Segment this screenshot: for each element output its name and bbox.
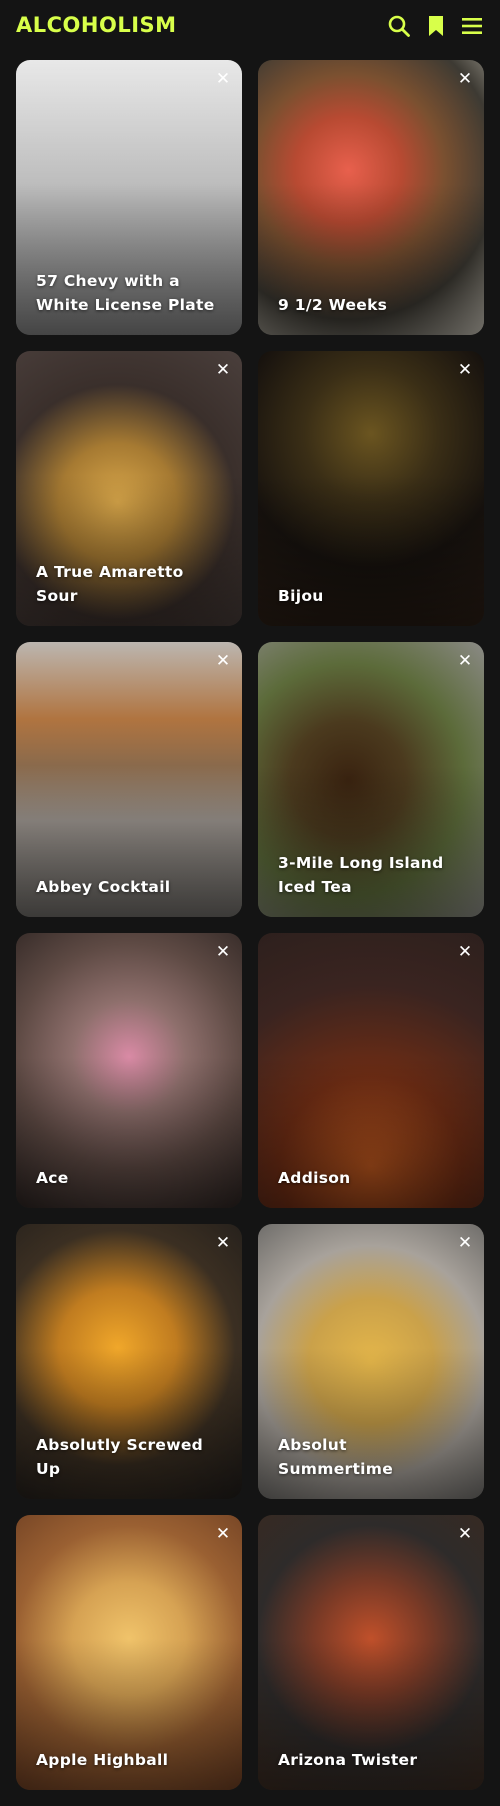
close-icon[interactable]: ✕ [456, 1234, 474, 1252]
close-icon[interactable]: ✕ [456, 652, 474, 670]
cocktail-title: 57 Chevy with a White License Plate [36, 272, 215, 314]
cocktail-title: Absolutly Screwed Up [36, 1436, 204, 1478]
cocktail-card[interactable]: ✕ Abbey Cocktail [16, 642, 242, 917]
bookmark-icon[interactable] [424, 14, 448, 38]
cocktail-card[interactable]: ✕ Addison [258, 933, 484, 1208]
cocktail-card[interactable]: ✕ 57 Chevy with a White License Plate [16, 60, 242, 335]
cocktail-title: 3-Mile Long Island Iced Tea [278, 854, 444, 896]
close-icon[interactable]: ✕ [456, 943, 474, 961]
cocktail-card[interactable]: ✕ 3-Mile Long Island Iced Tea [258, 642, 484, 917]
cocktail-card[interactable]: ✕ 9 1/2 Weeks [258, 60, 484, 335]
close-icon[interactable]: ✕ [214, 1234, 232, 1252]
site-logo[interactable]: ALCOHOLISM [16, 13, 177, 37]
close-icon[interactable]: ✕ [456, 70, 474, 88]
top-bar: ALCOHOLISM [0, 0, 500, 54]
cocktail-title: Arizona Twister [278, 1751, 418, 1769]
cocktail-card[interactable]: ✕ Bijou [258, 351, 484, 626]
cocktail-title: Apple Highball [36, 1751, 169, 1769]
cocktail-card[interactable]: ✕ Apple Highball [16, 1515, 242, 1790]
close-icon[interactable]: ✕ [214, 652, 232, 670]
cocktail-title: Bijou [278, 587, 324, 605]
cocktail-card[interactable]: ✕ Absolut Summertime [258, 1224, 484, 1499]
cocktail-title: Ace [36, 1169, 69, 1187]
cocktail-grid: ✕ 57 Chevy with a White License Plate ✕ 9 1… [16, 60, 484, 1790]
search-icon[interactable] [387, 14, 411, 38]
close-icon[interactable]: ✕ [214, 70, 232, 88]
cocktail-title: Addison [278, 1169, 351, 1187]
cocktail-card[interactable]: ✕ A True Amaretto Sour [16, 351, 242, 626]
cocktail-card[interactable]: ✕ Ace [16, 933, 242, 1208]
menu-icon[interactable] [460, 14, 484, 38]
close-icon[interactable]: ✕ [214, 943, 232, 961]
cocktail-title: Absolut Summertime [278, 1436, 394, 1478]
cocktail-title: A True Amaretto Sour [36, 563, 184, 605]
cocktail-title: 9 1/2 Weeks [278, 296, 388, 314]
close-icon[interactable]: ✕ [214, 1525, 232, 1543]
close-icon[interactable]: ✕ [214, 361, 232, 379]
close-icon[interactable]: ✕ [456, 361, 474, 379]
cocktail-title: Abbey Cocktail [36, 878, 171, 896]
cocktail-card[interactable]: ✕ Absolutly Screwed Up [16, 1224, 242, 1499]
cocktail-card[interactable]: ✕ Arizona Twister [258, 1515, 484, 1790]
close-icon[interactable]: ✕ [456, 1525, 474, 1543]
